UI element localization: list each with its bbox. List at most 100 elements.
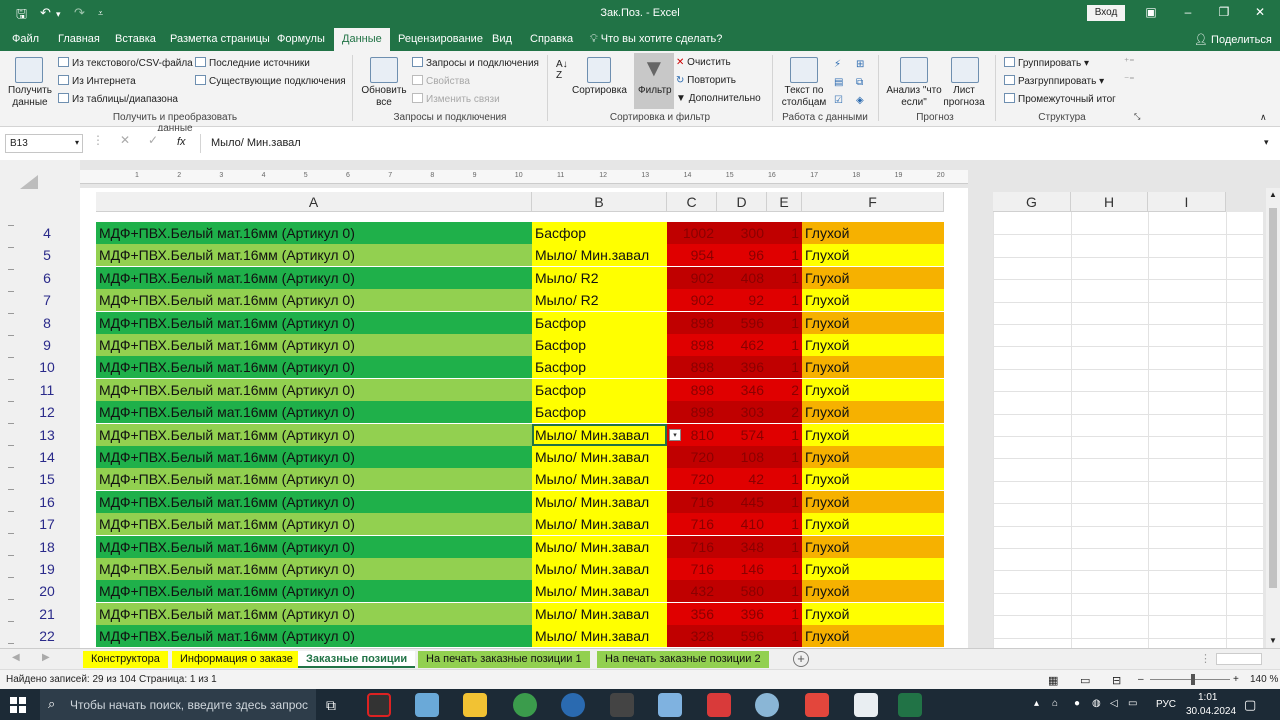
cell-b[interactable]: Мыло/ Мин.завал (532, 602, 667, 625)
consolidate-icon[interactable]: ⊞ (856, 59, 864, 70)
cell-a[interactable]: МДФ+ПВХ.Белый мат.16мм (Артикул 0) (96, 311, 532, 334)
cell-dropdown-icon[interactable]: ▾ (669, 428, 681, 441)
tray-time[interactable]: 1:01 (1198, 692, 1217, 703)
cell-b[interactable]: Басфор (532, 401, 667, 424)
tell-me-search[interactable]: 💡︎ Что вы хотите сделать? (590, 33, 722, 46)
app-paint-icon[interactable] (755, 693, 779, 717)
tab-home[interactable]: Главная (58, 33, 100, 45)
taskbar-search[interactable]: ⌕ Чтобы начать поиск, введите здесь запр… (40, 689, 316, 720)
cell-e[interactable]: 2 (767, 378, 802, 401)
tray-volume-icon[interactable]: ◁ (1110, 698, 1118, 709)
name-box[interactable]: B13 ▾ (5, 134, 83, 153)
cell-e[interactable]: 1 (767, 334, 802, 356)
tray-network-icon[interactable]: ⌂ (1052, 698, 1058, 709)
cell-c[interactable]: 898 (667, 356, 717, 379)
tray-mic-icon[interactable]: ● (1074, 698, 1080, 709)
close-icon[interactable]: ✕ (1250, 5, 1270, 19)
cell-a[interactable]: МДФ+ПВХ.Белый мат.16мм (Артикул 0) (96, 490, 532, 513)
cell-e[interactable]: 1 (767, 266, 802, 289)
cell-f[interactable]: Глухой (802, 490, 944, 513)
cell-b[interactable]: Мыло/ Мин.завал (532, 446, 667, 468)
cell-b[interactable]: Басфор (532, 311, 667, 334)
cell-c[interactable]: 356 (667, 602, 717, 625)
cell-b[interactable]: Мыло/ R2 (532, 289, 667, 312)
cell-a[interactable]: МДФ+ПВХ.Белый мат.16мм (Артикул 0) (96, 378, 532, 401)
cell-f[interactable]: Глухой (802, 468, 944, 491)
collapse-ribbon-icon[interactable]: ∧ (1260, 112, 1267, 123)
row-header[interactable]: 21 (30, 603, 64, 625)
cell-f[interactable]: Глухой (802, 334, 944, 356)
cell-b[interactable]: Мыло/ Мин.завал (532, 558, 667, 580)
row-header[interactable]: 4 (30, 222, 64, 244)
cell-f[interactable]: Глухой (802, 446, 944, 468)
col-header-a[interactable]: A (96, 192, 532, 212)
next-sheet-icon[interactable]: ▶ (42, 652, 50, 663)
app-notepad-icon[interactable] (854, 693, 878, 717)
cell-e[interactable]: 1 (767, 602, 802, 625)
cell-a[interactable]: МДФ+ПВХ.Белый мат.16мм (Артикул 0) (96, 289, 532, 312)
cell-f[interactable]: Глухой (802, 266, 944, 289)
data-validation-icon[interactable]: ☑ (834, 95, 843, 106)
app-browser-icon[interactable] (561, 693, 585, 717)
share-button[interactable]: 👤︎ Поделиться (1194, 33, 1272, 46)
chevron-down-icon[interactable]: ▾ (75, 138, 79, 147)
cell-c[interactable]: 954 (667, 244, 717, 267)
cell-a[interactable]: МДФ+ПВХ.Белый мат.16мм (Артикул 0) (96, 401, 532, 424)
cell-c[interactable]: 898 (667, 378, 717, 401)
cell-d[interactable]: 445 (717, 490, 767, 513)
cell-d[interactable]: 42 (717, 468, 767, 491)
cell-f[interactable]: Глухой (802, 558, 944, 580)
cell-f[interactable]: Глухой (802, 580, 944, 603)
cell-c[interactable]: 898 (667, 311, 717, 334)
sort-az-icon[interactable]: A↓ Z (556, 59, 568, 81)
properties-button[interactable]: Свойства (412, 75, 470, 87)
advanced-filter-button[interactable]: ▼ Дополнительно (676, 93, 761, 104)
formula-input[interactable]: Мыло/ Мин.завал (200, 134, 1266, 153)
cell-a[interactable]: МДФ+ПВХ.Белый мат.16мм (Артикул 0) (96, 468, 532, 491)
row-header[interactable]: 7 (30, 289, 64, 311)
cell-b[interactable]: Басфор (532, 356, 667, 379)
cell-f[interactable]: Глухой (802, 378, 944, 401)
cell-d[interactable]: 396 (717, 356, 767, 379)
cell-c[interactable]: 720 (667, 446, 717, 468)
col-header-i[interactable]: I (1148, 192, 1226, 212)
app-file-explorer-icon[interactable] (463, 693, 487, 717)
get-data-button[interactable]: Получить данные (8, 85, 52, 109)
zoom-slider-thumb[interactable] (1191, 674, 1195, 685)
cell-d[interactable]: 462 (717, 334, 767, 356)
row-header[interactable]: 11 (30, 379, 64, 401)
cell-e[interactable]: 1 (767, 446, 802, 468)
cell-a[interactable]: МДФ+ПВХ.Белый мат.16мм (Артикул 0) (96, 535, 532, 558)
row-header[interactable]: 13 (30, 424, 64, 446)
cell-f[interactable]: Глухой (802, 513, 944, 536)
cell-d[interactable]: 348 (717, 535, 767, 558)
cell-b[interactable]: Мыло/ Мин.завал (532, 580, 667, 603)
cell-e[interactable]: 1 (767, 558, 802, 580)
group-button[interactable]: Группировать ▾ (1004, 57, 1089, 69)
cell-b[interactable]: Мыло/ Мин.завал (532, 490, 667, 513)
data-model-icon[interactable]: ◈ (856, 95, 864, 106)
second-page-grid[interactable] (993, 212, 1263, 648)
app-screenshot-icon[interactable] (415, 693, 439, 717)
cell-c[interactable]: 1002 (667, 222, 717, 244)
row-header[interactable]: 18 (30, 536, 64, 558)
cell-e[interactable]: 1 (767, 311, 802, 334)
cell-d[interactable]: 580 (717, 580, 767, 603)
row-header[interactable]: 14 (30, 446, 64, 468)
cell-d[interactable]: 303 (717, 401, 767, 424)
cell-b[interactable]: Мыло/ Мин.завал (532, 468, 667, 491)
tray-date[interactable]: 30.04.2024 (1186, 706, 1236, 717)
row-header[interactable]: 8 (30, 312, 64, 334)
zoom-level[interactable]: 140 % (1250, 674, 1278, 685)
cell-d[interactable]: 108 (717, 446, 767, 468)
refresh-all-button[interactable]: Обновить все (360, 85, 408, 109)
cell-f[interactable]: Глухой (802, 401, 944, 424)
cell-a[interactable]: МДФ+ПВХ.Белый мат.16мм (Артикул 0) (96, 602, 532, 625)
app-notes-icon[interactable] (658, 693, 682, 717)
cell-e[interactable]: 1 (767, 625, 802, 648)
prev-sheet-icon[interactable]: ◀ (12, 652, 20, 663)
cell-c[interactable]: 328 (667, 625, 717, 648)
tray-battery-icon[interactable]: ▭ (1128, 698, 1137, 709)
minimize-icon[interactable]: – (1178, 5, 1198, 19)
task-view-icon[interactable]: ⧉ (326, 697, 336, 714)
